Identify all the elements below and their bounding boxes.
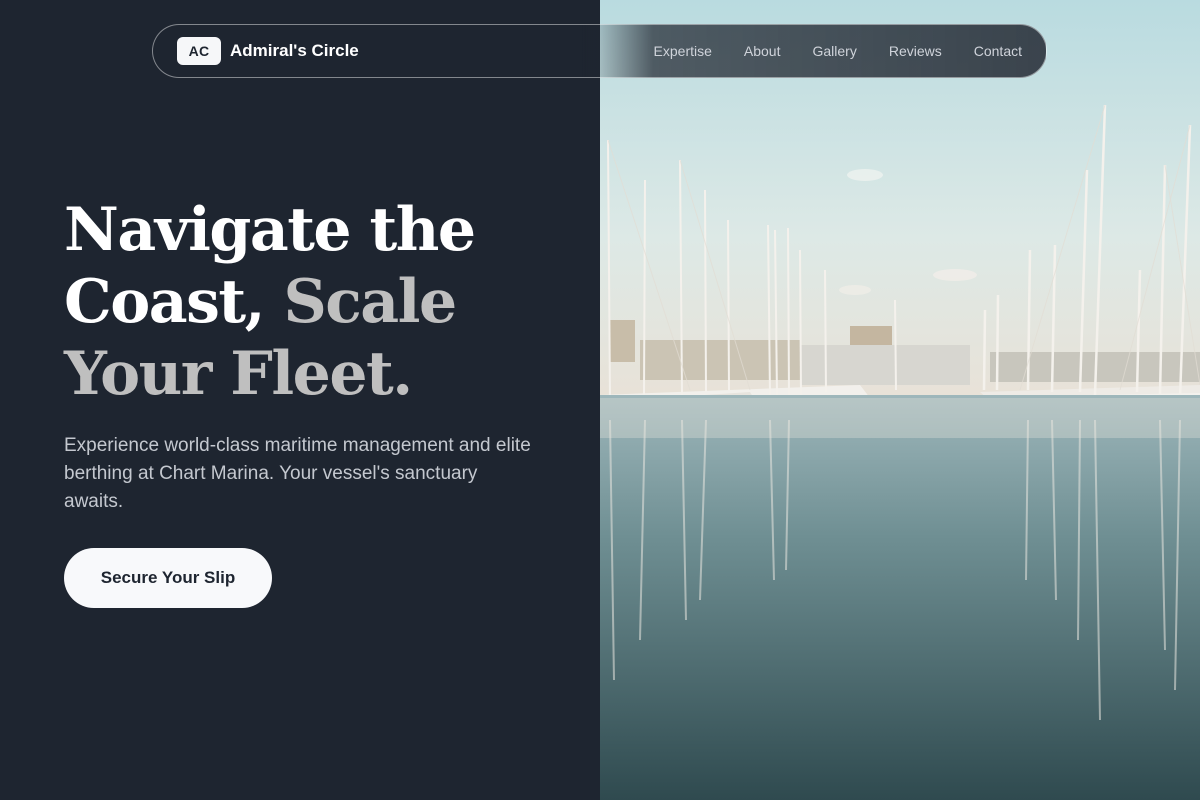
hero-headline: Navigate the Coast, Scale Your Fleet.	[64, 194, 584, 410]
nav-link-contact[interactable]: Contact	[974, 43, 1022, 59]
headline-line-1: Navigate the	[64, 195, 476, 265]
marina-photo	[600, 0, 1200, 800]
headline-line-2a: Coast,	[64, 267, 266, 337]
hero-subtext: Experience world-class maritime manageme…	[64, 435, 531, 512]
headline-line-3: Your Fleet.	[64, 339, 413, 409]
nav-link-reviews[interactable]: Reviews	[889, 43, 942, 59]
top-navigation: AC Admiral's Circle Expertise About Gall…	[152, 24, 1047, 78]
headline-line-2b: Scale	[283, 267, 457, 337]
brand-name[interactable]: Admiral's Circle	[230, 41, 359, 61]
secure-slip-button[interactable]: Secure Your Slip	[64, 548, 272, 608]
nav-link-about[interactable]: About	[744, 43, 781, 59]
nav-links: Expertise About Gallery Reviews Contact	[654, 43, 1022, 59]
nav-link-gallery[interactable]: Gallery	[812, 43, 856, 59]
nav-link-expertise[interactable]: Expertise	[654, 43, 712, 59]
logo-badge[interactable]: AC	[177, 37, 221, 65]
